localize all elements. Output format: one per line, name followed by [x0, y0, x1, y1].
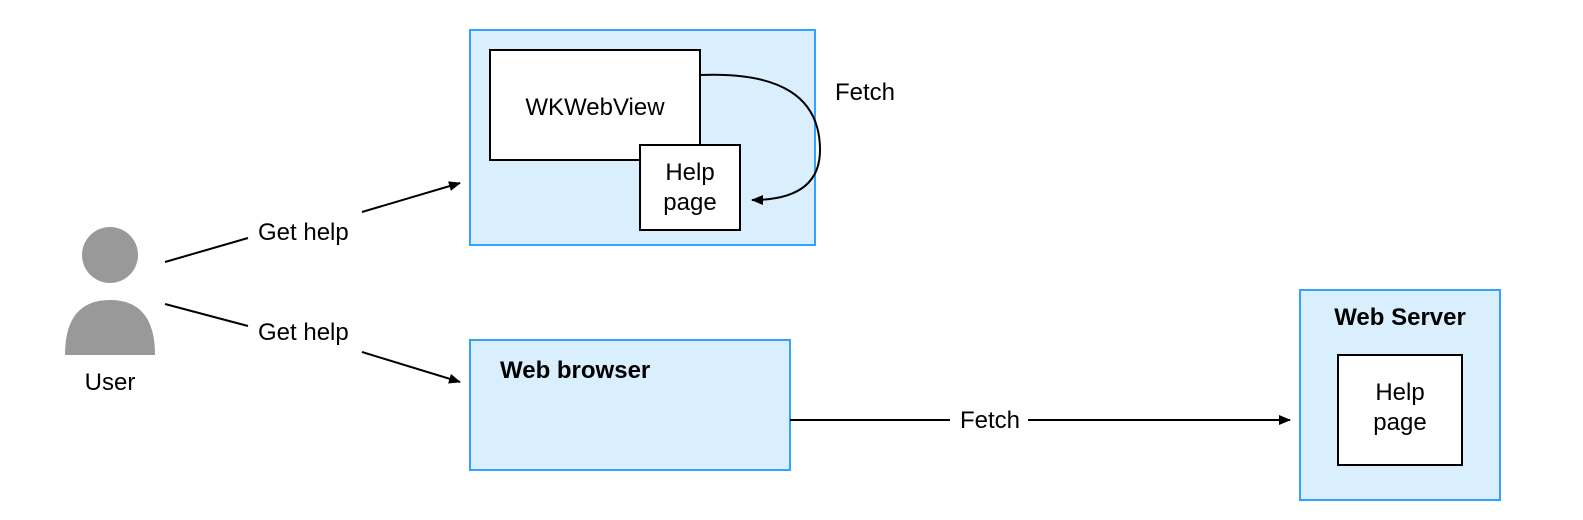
wkwebview-help-page-line2: page	[663, 189, 716, 216]
get-help-top-arrow	[362, 183, 460, 212]
get-help-bottom-arrow	[362, 352, 460, 382]
user-icon	[65, 227, 155, 355]
web-server-help-page-line2: page	[1373, 409, 1426, 436]
get-help-bottom-line	[165, 304, 248, 326]
web-server-label: Web Server	[1334, 304, 1466, 331]
get-help-top-label: Get help	[258, 219, 349, 246]
wkwebview-help-page-box	[640, 145, 740, 230]
fetch-remote-label: Fetch	[960, 407, 1020, 434]
user-label: User	[85, 369, 136, 396]
get-help-bottom-label: Get help	[258, 319, 349, 346]
wkwebview-label: WKWebView	[525, 94, 665, 121]
get-help-top-line	[165, 238, 248, 262]
web-server-help-page-line1: Help	[1375, 379, 1424, 406]
web-browser-label: Web browser	[500, 357, 650, 384]
diagram-canvas: User WKWebView Help page Fetch Web brows…	[0, 0, 1583, 520]
wkwebview-help-page-line1: Help	[665, 159, 714, 186]
fetch-loop-label: Fetch	[835, 79, 895, 106]
